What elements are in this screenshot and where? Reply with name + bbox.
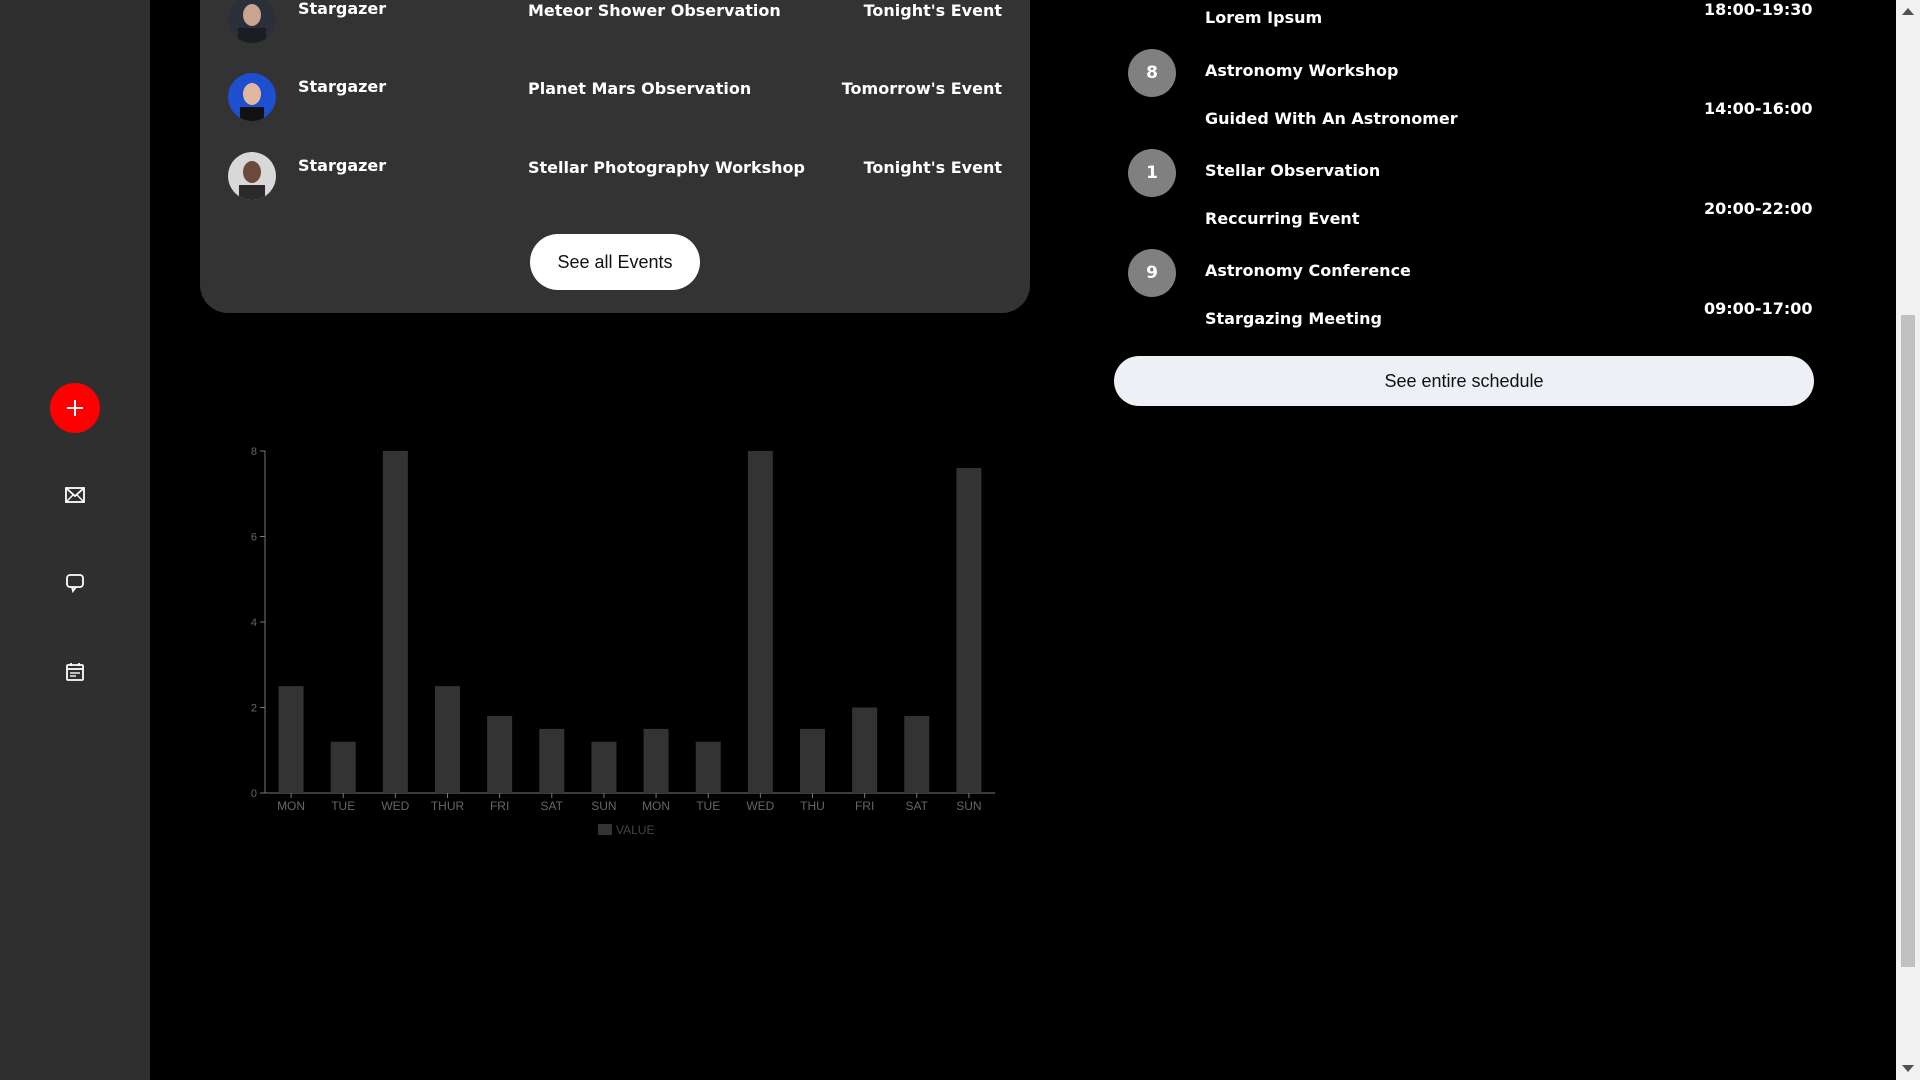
schedule-title: Stellar Observation [1205,161,1381,180]
scroll-up-arrow[interactable] [1902,8,1914,15]
y-tick-label: 2 [251,703,257,715]
chart-bar [278,686,304,793]
schedule-item[interactable]: 8 Astronomy Workshop Guided With An Astr… [1128,49,1818,149]
x-tick-label: TUE [696,799,720,813]
schedule-time: 09:00-17:00 [1704,299,1813,318]
x-tick-label: SUN [591,799,616,813]
legend-swatch [598,824,612,835]
x-tick-label: FRI [490,799,509,813]
schedule-time: 20:00-22:00 [1704,199,1813,218]
schedule-number: 8 [1128,49,1176,97]
sidebar [0,0,150,1080]
x-tick-label: MON [277,799,305,813]
schedule-subtitle: Lorem Ipsum [1205,8,1323,27]
x-tick-label: THUR [431,799,465,813]
event-row[interactable]: Stargazer Meteor Shower Observation Toni… [200,0,1030,55]
event-user: Stargazer [298,0,387,18]
y-tick-label: 4 [251,617,257,629]
chart-bar [382,451,408,793]
schedule-item[interactable]: 1 Stellar Observation Reccurring Event 2… [1128,149,1818,249]
y-tick-label: 8 [251,446,257,458]
event-row[interactable]: Stargazer Stellar Photography Workshop T… [200,152,1030,212]
add-button[interactable] [50,383,100,433]
chart-bar [747,451,773,793]
scroll-thumb[interactable] [1901,315,1915,967]
avatar [228,152,276,200]
x-tick-label: SAT [541,799,564,813]
schedule-item[interactable]: 9 Astronomy Conference Stargazing Meetin… [1128,249,1818,349]
x-tick-label: THU [800,799,825,813]
chart-bar [695,741,721,793]
chart-bar [852,707,878,793]
add-icon [67,400,83,416]
chart-bar [539,728,565,793]
y-tick-label: 0 [251,788,257,800]
event-title: Planet Mars Observation [528,79,752,98]
x-tick-label: WED [746,799,774,813]
chart-bar [330,741,356,793]
schedule-subtitle: Reccurring Event [1205,209,1360,228]
y-tick-label: 6 [251,532,257,544]
schedule-subtitle: Guided With An Astronomer [1205,109,1458,128]
see-all-events-button[interactable]: See all Events [530,234,700,290]
x-tick-label: MON [642,799,670,813]
chart-bar [487,716,513,793]
schedule-subtitle: Stargazing Meeting [1205,309,1382,328]
mail-icon [65,487,85,503]
event-row[interactable]: Stargazer Planet Mars Observation Tomorr… [200,73,1030,133]
avatar [228,73,276,121]
scrollbar[interactable] [1896,0,1920,1080]
x-tick-label: FRI [855,799,874,813]
avatar [228,0,276,43]
calendar-button[interactable] [50,647,100,697]
chat-icon [66,574,84,593]
x-tick-label: SAT [906,799,929,813]
event-when: Tonight's Event [863,158,1002,177]
see-entire-schedule-button[interactable]: See entire schedule [1114,356,1814,406]
calendar-icon [66,663,84,681]
event-user: Stargazer [298,77,387,96]
event-when: Tonight's Event [863,1,1002,20]
schedule-number: 1 [1128,149,1176,197]
chat-button[interactable] [50,558,100,608]
x-tick-label: WED [381,799,409,813]
bar-chart: 0 2 4 6 8 MON TUE WED THUR FRI SAT SUN MON TUE WED THU F… [251,446,995,837]
schedule-time: 18:00-19:30 [1704,0,1813,19]
event-title: Stellar Photography Workshop [528,158,805,177]
event-user: Stargazer [298,156,387,175]
scroll-down-arrow[interactable] [1902,1065,1914,1072]
chart-bar [956,468,982,793]
schedule-item[interactable]: Lorem Ipsum 18:00-19:30 [1128,0,1818,27]
chart-bar [591,741,617,793]
schedule-time: 14:00-16:00 [1704,99,1813,118]
event-when: Tomorrow's Event [841,79,1002,98]
legend-label: VALUE [616,823,654,837]
schedule-title: Astronomy Conference [1205,261,1411,280]
chart-bar [435,686,460,793]
chart-bar [800,728,825,793]
schedule-title: Astronomy Workshop [1205,61,1399,80]
event-title: Meteor Shower Observation [528,1,781,20]
schedule-number: 9 [1128,249,1176,297]
x-tick-label: TUE [331,799,355,813]
app-root: Stargazer Meteor Shower Observation Toni… [0,0,1920,1080]
chart-bar [904,716,930,793]
x-tick-label: SUN [956,799,981,813]
events-card: Stargazer Meteor Shower Observation Toni… [200,0,1030,313]
chart-bar [643,728,669,793]
mail-button[interactable] [50,470,100,520]
